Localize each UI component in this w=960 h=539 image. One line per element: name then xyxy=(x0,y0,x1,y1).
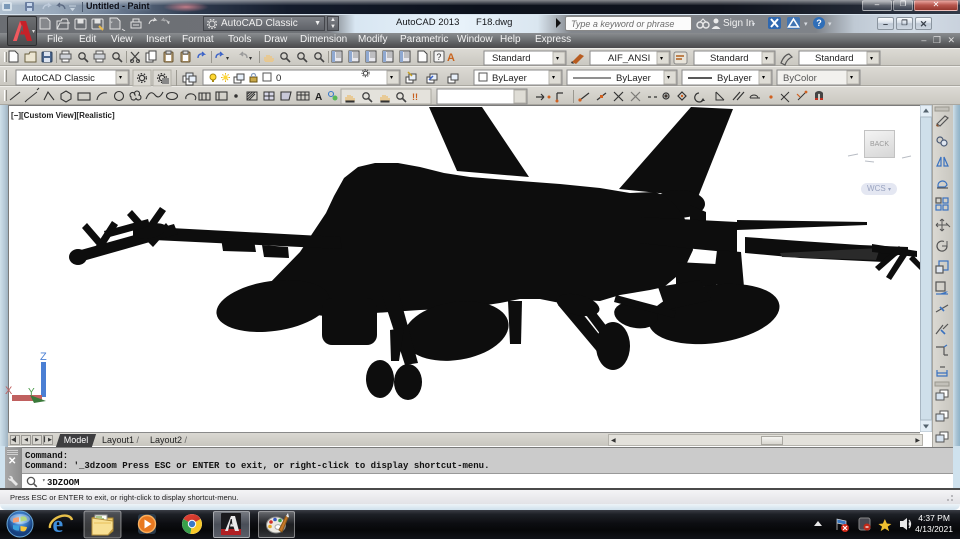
svg-text:▾: ▾ xyxy=(249,56,252,62)
svg-text:▾: ▾ xyxy=(552,75,555,81)
svg-text:▾: ▾ xyxy=(119,75,122,81)
svg-text:Z: Z xyxy=(40,351,47,363)
svg-text:ByColor: ByColor xyxy=(783,73,817,84)
svg-text:▾: ▾ xyxy=(762,75,765,81)
svg-text:▾: ▾ xyxy=(828,21,832,28)
svg-text:▾: ▾ xyxy=(226,56,229,62)
svg-text:ByLayer: ByLayer xyxy=(492,73,527,84)
svg-text:AIF_ANSI: AIF_ANSI xyxy=(608,53,650,64)
svg-text:!!: !! xyxy=(412,92,418,102)
svg-text:AutoCAD Classic: AutoCAD Classic xyxy=(22,73,95,84)
svg-text:▾: ▾ xyxy=(804,21,808,28)
svg-text:▾: ▾ xyxy=(850,75,853,81)
svg-text:ByLayer: ByLayer xyxy=(616,73,651,84)
svg-text:ByLayer: ByLayer xyxy=(717,73,752,84)
svg-text:Standard: Standard xyxy=(492,53,531,64)
svg-text:▾: ▾ xyxy=(390,75,393,81)
svg-text:X: X xyxy=(5,385,13,397)
svg-text:A: A xyxy=(447,52,455,64)
svg-text:Standard: Standard xyxy=(710,53,749,64)
svg-text:▾: ▾ xyxy=(556,56,559,62)
svg-text:Y: Y xyxy=(28,387,35,398)
svg-text:▾: ▾ xyxy=(667,75,670,81)
svg-text:Standard: Standard xyxy=(815,53,854,64)
svg-text:?: ? xyxy=(816,18,822,28)
svg-text:0: 0 xyxy=(276,73,281,84)
svg-text:▾: ▾ xyxy=(660,56,663,62)
svg-text:▾: ▾ xyxy=(765,56,768,62)
svg-text:▾: ▾ xyxy=(870,56,873,62)
svg-text:A: A xyxy=(315,92,322,103)
